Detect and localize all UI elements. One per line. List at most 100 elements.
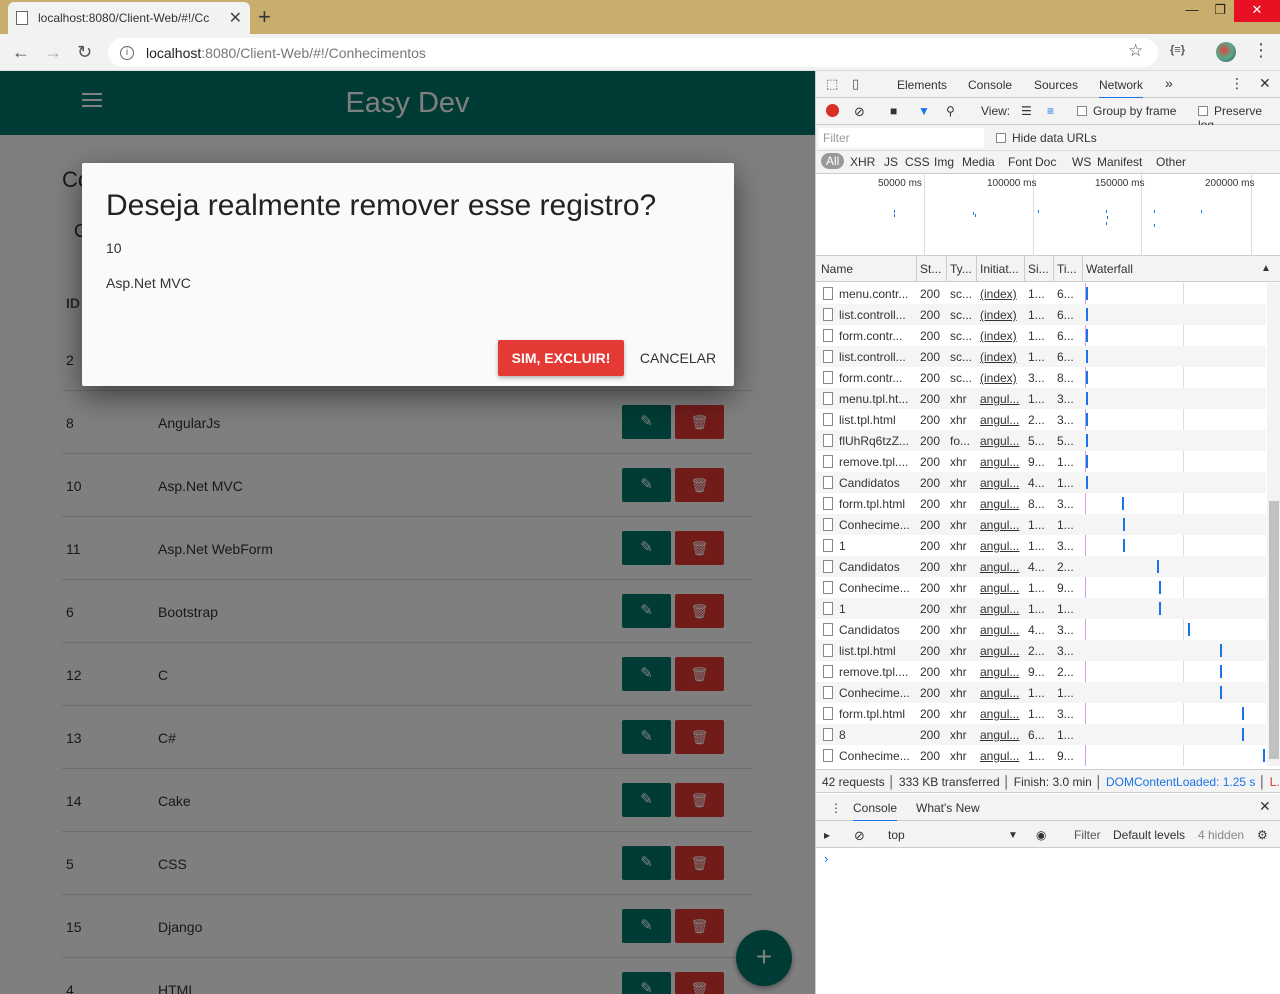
network-request-row[interactable]: list.controll... 200 sc... (index) 1... 6... — [816, 346, 1266, 367]
drawer-tab-console[interactable]: Console — [853, 801, 898, 822]
request-initiator[interactable]: angul... — [980, 497, 1020, 511]
console-filter-input[interactable]: Filter — [1074, 828, 1101, 842]
network-request-row[interactable]: menu.tpl.ht... 200 xhr angul... 1... 3... — [816, 388, 1266, 409]
type-filter-css[interactable]: CSS — [905, 155, 930, 169]
browser-menu-icon[interactable]: ⋮ — [1252, 40, 1270, 61]
column-header-ty[interactable]: Ty... — [950, 262, 972, 276]
close-drawer-icon[interactable]: ✕ — [1259, 798, 1271, 815]
hide-data-urls-checkbox[interactable]: Hide data URLs — [996, 131, 1097, 145]
tab-console[interactable]: Console — [968, 78, 1012, 92]
live-expression-eye-icon[interactable]: ◉ — [1036, 828, 1046, 842]
tab-elements[interactable]: Elements — [897, 78, 947, 92]
console-prompt[interactable]: › — [824, 851, 828, 866]
cancel-button[interactable]: CANCELAR — [638, 340, 718, 376]
request-initiator[interactable]: angul... — [980, 707, 1020, 721]
drawer-menu-icon[interactable]: ⋮ — [830, 801, 842, 815]
request-initiator[interactable]: angul... — [980, 728, 1020, 742]
type-filter-manifest[interactable]: Manifest — [1097, 155, 1142, 169]
record-icon[interactable] — [826, 104, 839, 117]
request-initiator[interactable]: (index) — [980, 329, 1020, 343]
type-filter-other[interactable]: Other — [1156, 155, 1186, 169]
network-request-row[interactable]: form.tpl.html 200 xhr angul... 8... 3... — [816, 493, 1266, 514]
device-toolbar-icon[interactable]: ▯ — [852, 76, 859, 92]
column-header-si[interactable]: Si... — [1028, 262, 1049, 276]
column-header-name[interactable]: Name — [821, 262, 853, 276]
profile-avatar[interactable] — [1216, 42, 1236, 62]
network-request-row[interactable]: Conhecime... 200 xhr angul... 1... 1... — [816, 682, 1266, 703]
network-request-row[interactable]: 1 200 xhr angul... 1... 1... — [816, 598, 1266, 619]
type-filter-img[interactable]: Img — [934, 155, 954, 169]
extension-icon[interactable]: {≡} — [1170, 44, 1185, 56]
forward-icon[interactable]: → — [44, 42, 62, 63]
screenshot-icon[interactable]: ■ — [890, 104, 897, 118]
waterfall-view-icon[interactable]: ≡ — [1047, 104, 1054, 118]
request-initiator[interactable]: angul... — [980, 749, 1020, 763]
bookmark-star-icon[interactable]: ☆ — [1128, 41, 1143, 61]
request-initiator[interactable]: angul... — [980, 686, 1020, 700]
request-initiator[interactable]: angul... — [980, 434, 1020, 448]
request-initiator[interactable]: angul... — [980, 560, 1020, 574]
default-levels-dropdown[interactable]: Default levels — [1113, 828, 1185, 842]
request-initiator[interactable]: angul... — [980, 455, 1020, 469]
request-initiator[interactable]: (index) — [980, 350, 1020, 364]
type-filter-font[interactable]: Font — [1008, 155, 1032, 169]
request-initiator[interactable]: angul... — [980, 413, 1020, 427]
large-rows-icon[interactable]: ☰ — [1021, 104, 1032, 118]
network-request-row[interactable]: remove.tpl.... 200 xhr angul... 9... 2... — [816, 661, 1266, 682]
chevron-down-icon[interactable]: ▼ — [1008, 830, 1018, 841]
request-initiator[interactable]: (index) — [980, 308, 1020, 322]
url-bar[interactable]: i localhost:8080/Client-Web/#!/Conhecime… — [108, 38, 1158, 67]
network-request-row[interactable]: Conhecime... 200 xhr angul... 1... 9... — [816, 745, 1266, 766]
context-selector[interactable]: top — [888, 828, 905, 842]
minimize-button[interactable]: — — [1178, 0, 1206, 22]
drawer-tab-whats-new[interactable]: What's New — [916, 801, 980, 815]
close-tab-icon[interactable]: ✕ — [229, 8, 242, 28]
network-request-row[interactable]: form.contr... 200 sc... (index) 1... 6... — [816, 325, 1266, 346]
request-initiator[interactable]: angul... — [980, 392, 1020, 406]
more-tabs-icon[interactable]: » — [1165, 75, 1173, 91]
column-header-st[interactable]: St... — [920, 262, 941, 276]
filter-icon[interactable]: ▼ — [918, 104, 930, 118]
request-initiator[interactable]: (index) — [980, 287, 1020, 301]
search-icon[interactable]: ⚲ — [946, 104, 955, 118]
network-request-row[interactable]: list.tpl.html 200 xhr angul... 2... 3... — [816, 409, 1266, 430]
network-request-row[interactable]: menu.contr... 200 sc... (index) 1... 6... — [816, 283, 1266, 304]
tab-sources[interactable]: Sources — [1034, 78, 1078, 92]
column-header-ti[interactable]: Ti... — [1057, 262, 1077, 276]
network-request-row[interactable]: remove.tpl.... 200 xhr angul... 9... 1... — [816, 451, 1266, 472]
network-request-row[interactable]: form.tpl.html 200 xhr angul... 1... 3... — [816, 703, 1266, 724]
filter-input[interactable]: Filter — [819, 128, 984, 148]
request-initiator[interactable]: angul... — [980, 644, 1020, 658]
request-initiator[interactable]: angul... — [980, 518, 1020, 532]
request-initiator[interactable]: angul... — [980, 602, 1020, 616]
network-request-row[interactable]: flUhRq6tzZ... 200 fo... angul... 5... 5... — [816, 430, 1266, 451]
devtools-menu-icon[interactable]: ⋮ — [1230, 75, 1244, 92]
network-request-row[interactable]: form.contr... 200 sc... (index) 3... 8... — [816, 367, 1266, 388]
close-window-button[interactable]: ✕ — [1234, 0, 1280, 22]
type-filter-js[interactable]: JS — [884, 155, 898, 169]
group-by-frame-checkbox[interactable]: Group by frame — [1077, 104, 1176, 118]
network-request-row[interactable]: Candidatos 200 xhr angul... 4... 2... — [816, 556, 1266, 577]
back-icon[interactable]: ← — [12, 42, 30, 63]
type-filter-ws[interactable]: WS — [1072, 155, 1091, 169]
browser-tab[interactable]: localhost:8080/Client-Web/#!/Cc ✕ — [8, 2, 250, 34]
console-clear-icon[interactable]: ⊘ — [854, 828, 865, 844]
inspect-element-icon[interactable]: ⬚ — [826, 76, 838, 92]
confirm-delete-button[interactable]: SIM, EXCLUIR! — [498, 340, 624, 376]
type-filter-doc[interactable]: Doc — [1035, 155, 1056, 169]
type-filter-all[interactable]: All — [821, 153, 845, 169]
request-initiator[interactable]: angul... — [980, 539, 1020, 553]
network-request-row[interactable]: 1 200 xhr angul... 1... 3... — [816, 535, 1266, 556]
network-request-row[interactable]: list.controll... 200 sc... (index) 1... 6... — [816, 304, 1266, 325]
request-initiator[interactable]: angul... — [980, 623, 1020, 637]
console-settings-gear-icon[interactable]: ⚙ — [1257, 828, 1268, 842]
new-tab-button[interactable]: + — [258, 4, 271, 30]
network-request-row[interactable]: 8 200 xhr angul... 6... 1... — [816, 724, 1266, 745]
network-request-row[interactable]: Conhecime... 200 xhr angul... 1... 1... — [816, 514, 1266, 535]
scrollbar-thumb[interactable] — [1269, 501, 1279, 759]
maximize-button[interactable]: ❐ — [1206, 0, 1234, 22]
tab-network[interactable]: Network — [1099, 78, 1144, 99]
network-scrollbar[interactable] — [1267, 283, 1280, 766]
info-icon[interactable]: i — [120, 45, 134, 60]
request-initiator[interactable]: angul... — [980, 581, 1020, 595]
